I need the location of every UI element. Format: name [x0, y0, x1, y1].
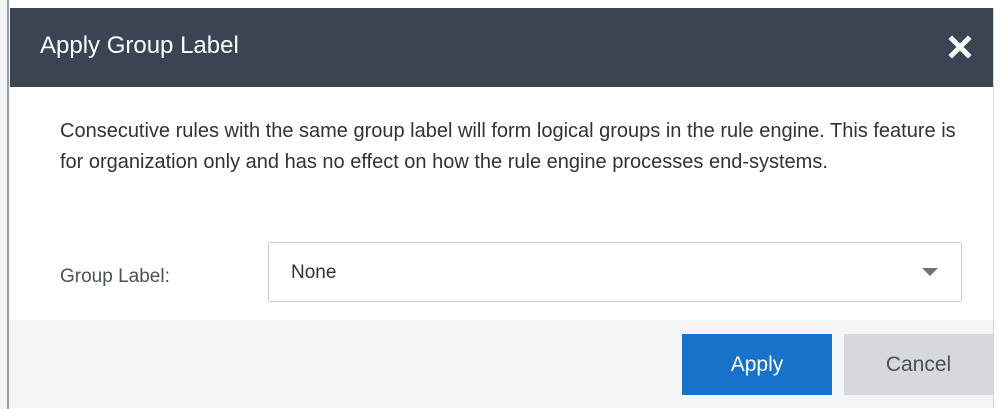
chevron-down-icon: [922, 268, 938, 276]
close-icon: [948, 35, 972, 59]
background-window-edge: [0, 0, 10, 409]
dialog-footer: Apply Cancel: [10, 320, 993, 408]
group-label-select[interactable]: None: [268, 242, 962, 302]
dialog-description: Consecutive rules with the same group la…: [60, 120, 956, 173]
dialog-body: Consecutive rules with the same group la…: [10, 87, 993, 320]
background-window-border: [7, 0, 9, 409]
close-button[interactable]: [943, 30, 977, 64]
group-label-field-label: Group Label:: [60, 266, 170, 287]
dialog-titlebar: Apply Group Label: [10, 8, 993, 87]
cancel-button[interactable]: Cancel: [844, 334, 993, 395]
dialog-title: Apply Group Label: [40, 32, 239, 59]
group-label-selected-value: None: [291, 262, 337, 283]
apply-group-label-dialog: Apply Group Label Consecutive rules with…: [10, 8, 994, 408]
apply-button[interactable]: Apply: [682, 334, 832, 395]
page: Apply Group Label Consecutive rules with…: [0, 0, 1000, 409]
